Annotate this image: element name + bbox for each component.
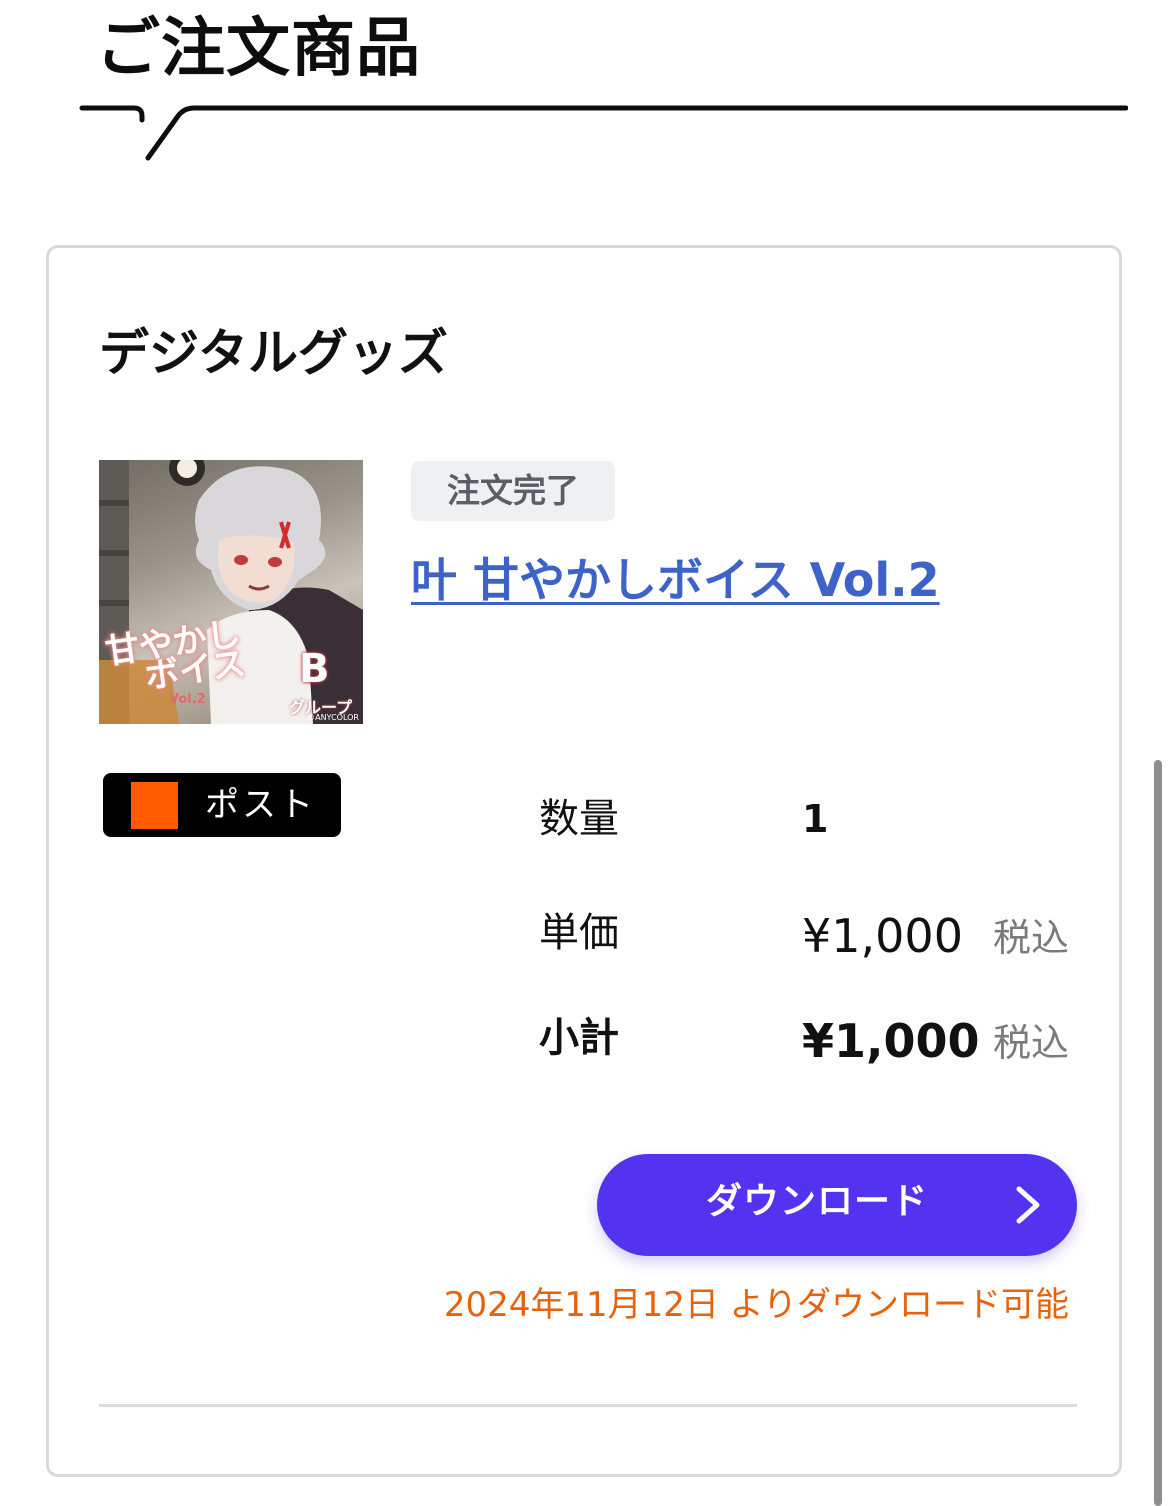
post-color-swatch bbox=[131, 782, 178, 829]
digital-goods-card: デジタルグッズ 甘やかし ボイス Vol.2 B グループ ©ANYCOLOR … bbox=[46, 245, 1122, 1477]
download-button[interactable]: ダウンロード bbox=[597, 1154, 1077, 1256]
title-underline-decoration bbox=[79, 105, 1128, 161]
order-items-page: ご注文商品 デジタルグッズ 甘やかし ボイス Vol.2 B グループ ©ANY… bbox=[0, 0, 1170, 1506]
thumbnail-logo-sub: Vol.2 bbox=[169, 692, 206, 707]
unit-price-tax-note: 税込 bbox=[993, 916, 1070, 960]
thumbnail-logo: 甘やかし ボイス bbox=[102, 613, 249, 698]
page-scrollbar[interactable] bbox=[1154, 760, 1162, 1506]
post-tag: ポスト bbox=[103, 773, 341, 837]
thumbnail-copyright: ©ANYCOLOR bbox=[307, 713, 359, 722]
section-title: ご注文商品 bbox=[96, 12, 421, 86]
card-divider bbox=[99, 1404, 1077, 1407]
subtotal-tax-note: 税込 bbox=[993, 1021, 1070, 1065]
post-tag-label: ポスト bbox=[205, 785, 316, 825]
quantity-label: 数量 bbox=[539, 796, 619, 842]
unit-price-value: ¥1,000 bbox=[802, 909, 963, 963]
download-availability-note: 2024年11月12日 よりダウンロード可能 bbox=[443, 1285, 1069, 1325]
order-status-badge: 注文完了 bbox=[411, 461, 615, 521]
card-title: デジタルグッズ bbox=[99, 324, 448, 382]
subtotal-value: ¥1,000 bbox=[802, 1014, 980, 1068]
chevron-right-icon bbox=[1016, 1186, 1040, 1224]
download-button-label: ダウンロード bbox=[705, 1181, 928, 1222]
quantity-value: 1 bbox=[802, 797, 829, 841]
product-thumbnail[interactable]: 甘やかし ボイス Vol.2 B グループ ©ANYCOLOR bbox=[99, 460, 363, 724]
unit-price-label: 単価 bbox=[539, 910, 619, 956]
subtotal-label: 小計 bbox=[539, 1015, 619, 1061]
product-name-link[interactable]: 叶 甘やかしボイス Vol.2 bbox=[411, 548, 940, 612]
thumbnail-group-letter: B bbox=[299, 646, 330, 692]
